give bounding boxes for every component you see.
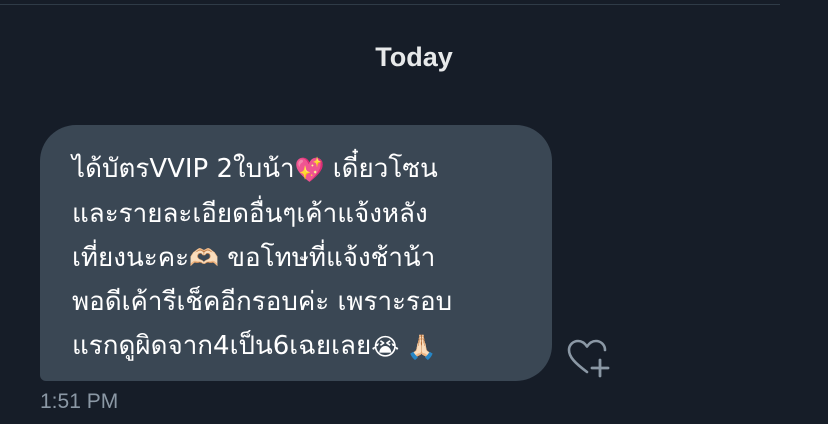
heart-hands-emoji: 🫶🏻 — [189, 244, 219, 272]
message-text: ได้บัตรVVIP 2ใบน้า — [72, 154, 295, 184]
sparkling-heart-emoji: 💖 — [294, 155, 325, 184]
message-text: เที่ยงนะคะ — [72, 242, 190, 273]
message-line-2: และรายละเอียดอื่นๆเค้าแจ้งหลัง — [72, 192, 522, 236]
date-separator: Today — [375, 42, 453, 72]
dm-conversation-view: Today ได้บัตรVVIP 2ใบน้า💖 เดี๋ยวโซน และร… — [0, 0, 828, 424]
add-reaction-button[interactable] — [565, 336, 613, 380]
message-line-5: แรกดูผิดจาก4เป็น6เฉยเลย😭 🙏🏻 — [72, 324, 522, 369]
message-bubble[interactable]: ได้บัตรVVIP 2ใบน้า💖 เดี๋ยวโซน และรายละเอ… — [40, 125, 552, 381]
heart-plus-icon — [567, 339, 610, 378]
message-line-3: เที่ยงนะคะ🫶🏻 ขอโทษที่แจ้งช้าน้า — [72, 236, 522, 281]
message-line-4: พอดีเค้ารีเช็คอีกรอบค่ะ เพราะรอบ — [72, 280, 522, 324]
message-text: เดี๋ยวโซน — [324, 154, 438, 184]
message-text: และรายละเอียดอื่นๆเค้าแจ้งหลัง — [72, 198, 428, 229]
crying-and-pray-emoji: 😭 🙏🏻 — [371, 332, 437, 361]
message-line-1: ได้บัตรVVIP 2ใบน้า💖 เดี๋ยวโซน — [72, 147, 522, 192]
divider — [0, 0, 780, 5]
message-timestamp: 1:51 PM — [40, 390, 119, 413]
message-text: แรกดูผิดจาก4เป็น6เฉยเลย — [72, 331, 372, 361]
message-text: ขอโทษที่แจ้งช้าน้า — [218, 242, 436, 273]
message-text: พอดีเค้ารีเช็คอีกรอบค่ะ เพราะรอบ — [72, 287, 453, 317]
